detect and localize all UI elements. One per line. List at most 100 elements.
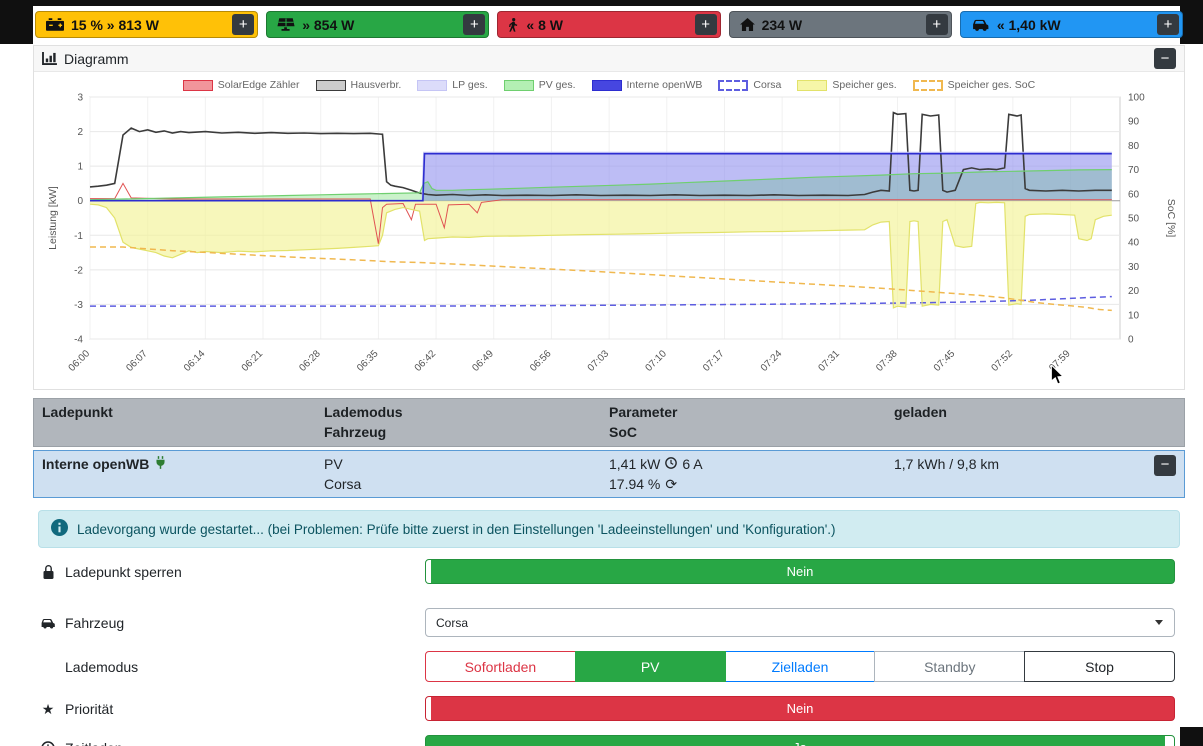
- svg-text:06:14: 06:14: [182, 348, 208, 374]
- svg-text:0: 0: [77, 196, 83, 207]
- legend-label: SolarEdge Zähler: [218, 79, 300, 91]
- house-icon: [740, 18, 755, 31]
- row-lock: Ladepunkt sperren Nein: [33, 552, 1185, 591]
- star-icon: ★: [40, 702, 56, 716]
- svg-text:SoC [%]: SoC [%]: [1165, 199, 1176, 238]
- legend-item: PV ges.: [504, 79, 576, 91]
- lock-icon: [40, 565, 56, 579]
- badge-chargepoint: « 1,40 kW +: [960, 11, 1183, 38]
- badge-battery-expand-button[interactable]: +: [232, 14, 254, 35]
- mode-sofortladen-button[interactable]: Sofortladen: [425, 651, 576, 682]
- mode-standby-button[interactable]: Standby: [874, 651, 1025, 682]
- svg-text:-4: -4: [74, 335, 83, 346]
- legend-item: Speicher ges. SoC: [913, 79, 1036, 91]
- svg-text:07:52: 07:52: [990, 348, 1016, 374]
- svg-text:30: 30: [1128, 262, 1140, 273]
- svg-text:70: 70: [1128, 165, 1140, 176]
- priority-toggle-handle: [426, 697, 431, 720]
- row-vehicle: Fahrzeug Corsa: [33, 601, 1185, 644]
- legend-swatch: [718, 80, 748, 91]
- legend-swatch: [797, 80, 827, 91]
- chargepoint-row: Interne openWB PV Corsa 1,41 kW 6 A: [33, 450, 1185, 499]
- badge-house-expand-button[interactable]: +: [926, 14, 948, 35]
- svg-text:06:49: 06:49: [470, 348, 496, 374]
- priority-label: Priorität: [65, 701, 113, 717]
- col-lademodus: Lademodus: [324, 402, 609, 422]
- row-priority: ★ Priorität Nein: [33, 689, 1185, 728]
- car-charging-icon: [971, 18, 990, 31]
- solar-panel-icon: [277, 18, 295, 31]
- svg-text:06:35: 06:35: [355, 348, 381, 374]
- legend-label: Interne openWB: [627, 79, 703, 91]
- lock-toggle-value: Nein: [787, 564, 814, 579]
- legend-item: Hausverbr.: [316, 79, 402, 91]
- chargepoint-charged: 1,7 kWh / 9,8 km: [894, 454, 999, 474]
- lock-toggle-handle: [426, 560, 431, 583]
- svg-text:07:45: 07:45: [932, 348, 958, 374]
- alert-text: Ladevorgang wurde gestartet... (bei Prob…: [77, 522, 836, 537]
- svg-text:Leistung [kW]: Leistung [kW]: [47, 186, 59, 250]
- timecharge-toggle[interactable]: Ja: [425, 735, 1175, 746]
- diagram-collapse-button[interactable]: −: [1154, 48, 1176, 69]
- svg-text:-3: -3: [74, 300, 83, 311]
- legend-swatch: [183, 80, 213, 91]
- power-soc-chart: -4-3-2-10123010203040506070809010006:000…: [42, 91, 1176, 387]
- svg-text:50: 50: [1128, 214, 1140, 225]
- badge-consumer: « 8 W +: [497, 11, 720, 38]
- svg-text:07:03: 07:03: [586, 348, 612, 374]
- mode-pv-button[interactable]: PV: [575, 651, 726, 682]
- clock-icon: [40, 741, 56, 746]
- svg-text:07:24: 07:24: [759, 348, 785, 374]
- timecharge-label: Zeitladen: [65, 740, 123, 746]
- bar-chart-icon: [42, 52, 57, 65]
- status-bar: 15 % » 813 W + » 854 W + « 8 W +: [33, 6, 1185, 42]
- svg-text:06:00: 06:00: [67, 348, 93, 374]
- row-chargemode: Lademodus Sofortladen PV Zielladen Stand…: [33, 644, 1185, 689]
- lock-label: Ladepunkt sperren: [65, 564, 182, 580]
- timecharge-toggle-value: Ja: [793, 740, 807, 746]
- svg-text:07:31: 07:31: [816, 348, 842, 374]
- badge-pv-expand-button[interactable]: +: [463, 14, 485, 35]
- info-icon: [51, 519, 68, 539]
- legend-swatch: [504, 80, 534, 91]
- diagram-title: Diagramm: [64, 51, 129, 67]
- svg-text:06:56: 06:56: [528, 348, 554, 374]
- chargepoint-collapse-button[interactable]: −: [1154, 455, 1176, 476]
- legend-label: Speicher ges. SoC: [948, 79, 1036, 91]
- legend-swatch: [316, 80, 346, 91]
- diagram-header: Diagramm −: [34, 46, 1184, 72]
- legend-label: PV ges.: [539, 79, 576, 91]
- legend-item: LP ges.: [417, 79, 487, 91]
- badge-chargepoint-expand-button[interactable]: +: [1157, 14, 1179, 35]
- legend-item: SolarEdge Zähler: [183, 79, 300, 91]
- badge-battery-text: 15 % » 813 W: [71, 17, 159, 33]
- mode-stop-button[interactable]: Stop: [1024, 651, 1175, 682]
- col-parameter: Parameter: [609, 402, 894, 422]
- legend-swatch: [417, 80, 447, 91]
- badge-consumer-text: « 8 W: [526, 17, 563, 33]
- col-ladepunkt: Ladepunkt: [42, 402, 324, 422]
- priority-toggle[interactable]: Nein: [425, 696, 1175, 721]
- legend-label: Speicher ges.: [832, 79, 896, 91]
- badge-house: 234 W +: [729, 11, 952, 38]
- mode-zielladen-button[interactable]: Zielladen: [725, 651, 876, 682]
- openwb-dashboard: 15 % » 813 W + » 854 W + « 8 W +: [0, 0, 1203, 746]
- badge-consumer-expand-button[interactable]: +: [695, 14, 717, 35]
- svg-text:20: 20: [1128, 286, 1140, 297]
- badge-pv: » 854 W +: [266, 11, 489, 38]
- priority-toggle-value: Nein: [787, 701, 814, 716]
- badge-battery: 15 % » 813 W +: [35, 11, 258, 38]
- svg-text:07:38: 07:38: [874, 348, 900, 374]
- vehicle-select[interactable]: Corsa: [425, 608, 1175, 637]
- chargemode-label: Lademodus: [65, 659, 138, 675]
- svg-text:40: 40: [1128, 238, 1140, 249]
- legend-label: Hausverbr.: [351, 79, 402, 91]
- plug-icon: [155, 454, 166, 474]
- svg-text:06:28: 06:28: [297, 348, 323, 374]
- svg-text:100: 100: [1128, 93, 1145, 104]
- refresh-icon[interactable]: ⟳: [665, 474, 677, 494]
- svg-text:3: 3: [77, 93, 83, 104]
- legend-item: Interne openWB: [592, 79, 703, 91]
- lock-toggle[interactable]: Nein: [425, 559, 1175, 584]
- car-icon: [40, 617, 56, 629]
